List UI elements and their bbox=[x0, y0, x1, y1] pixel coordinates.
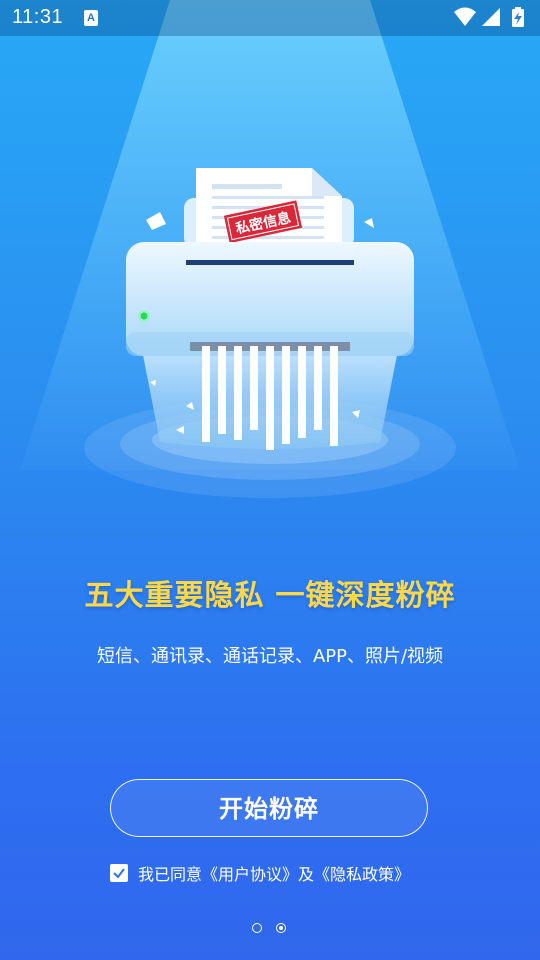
agreement-row: 我已同意《用户协议》及《隐私政策》 bbox=[110, 862, 410, 884]
splash-screen: 11:31 A 私密信息 五大重要隐私 一键深度粉碎 短信、通讯录、通话记录、A… bbox=[0, 0, 540, 960]
page-dot-1 bbox=[252, 923, 262, 933]
agreement-text[interactable]: 我已同意《用户协议》及《隐私政策》 bbox=[138, 861, 410, 885]
status-icons bbox=[454, 7, 524, 27]
agreement-checkbox[interactable] bbox=[110, 864, 128, 882]
feature-list-text: 短信、通讯录、通话记录、APP、照片/视频 bbox=[96, 646, 444, 667]
notification-a-icon: A bbox=[84, 10, 98, 26]
status-bar: 11:31 A bbox=[0, 0, 540, 36]
headline-text: 五大重要隐私 一键深度粉碎 bbox=[84, 578, 456, 612]
status-time: 11:31 bbox=[12, 6, 64, 28]
page-indicator bbox=[250, 923, 292, 937]
start-shred-button[interactable]: 开始粉碎 bbox=[110, 779, 428, 837]
shredder-illustration: 私密信息 bbox=[84, 168, 456, 498]
check-icon bbox=[113, 868, 125, 879]
battery-charging-icon bbox=[512, 7, 524, 27]
signal-icon bbox=[482, 8, 500, 26]
page-dot-2-active bbox=[276, 923, 286, 933]
wifi-icon bbox=[454, 7, 476, 26]
